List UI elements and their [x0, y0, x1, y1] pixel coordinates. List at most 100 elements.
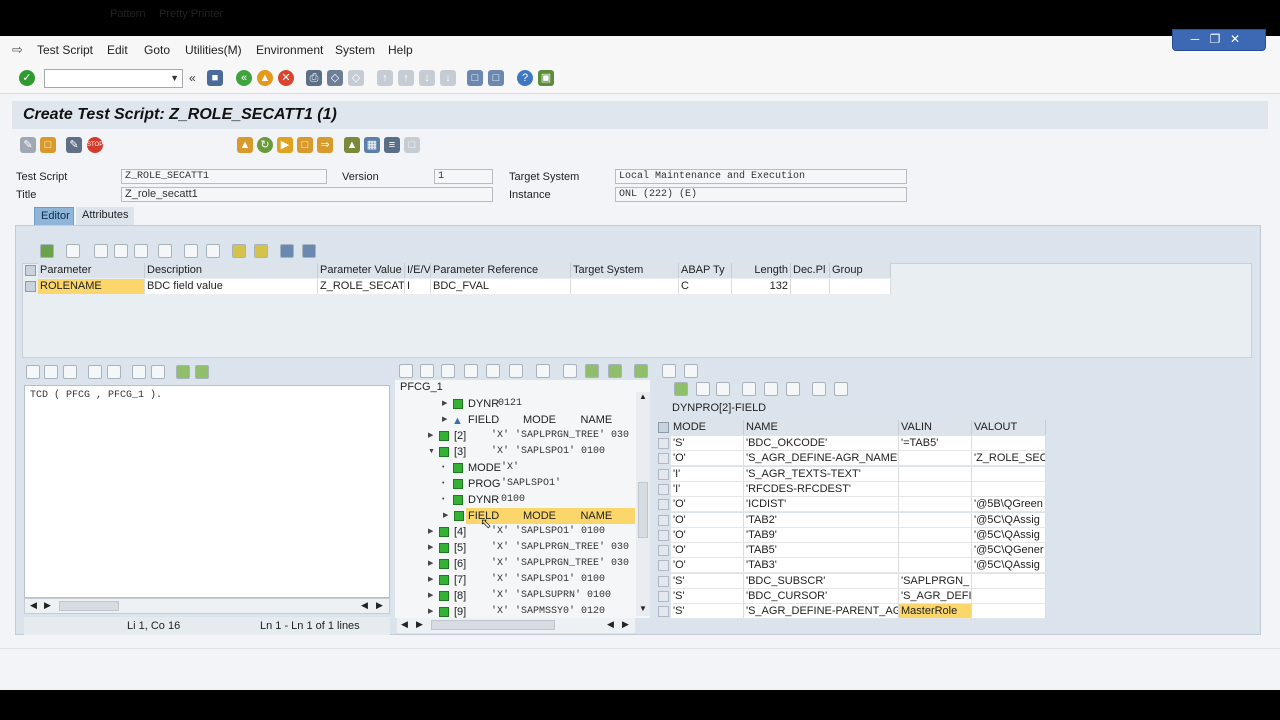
grid-delete-icon[interactable] [716, 382, 730, 396]
name-cell[interactable]: 'TAB2' [744, 512, 899, 528]
valin-cell[interactable]: MasterRole [899, 604, 972, 620]
display-change-icon[interactable]: ✎ [20, 137, 36, 153]
tree-scroll-thumb[interactable] [638, 482, 648, 538]
tree-h-thumb[interactable] [431, 620, 555, 630]
tree-import-icon[interactable] [585, 364, 599, 378]
tree-scroll-left-end-icon[interactable]: ◀ [607, 619, 614, 630]
scroll-left-icon[interactable]: ◀ [30, 600, 37, 611]
other-object-icon[interactable]: □ [40, 137, 56, 153]
valin-cell[interactable] [899, 451, 972, 467]
mode-cell[interactable]: 'O' [671, 558, 744, 574]
copy-row-icon[interactable] [158, 244, 172, 258]
tree-row[interactable]: • DYNR 0100 [395, 492, 635, 508]
close-icon[interactable]: ✕ [1227, 32, 1243, 46]
move-right-icon[interactable] [509, 364, 523, 378]
menu-goto[interactable]: Goto [144, 43, 170, 57]
script-editor[interactable]: TCD ( PFCG , PFCG_1 ). [24, 385, 390, 598]
tree-export-icon[interactable] [608, 364, 622, 378]
exit-icon[interactable]: ▲ [257, 70, 273, 86]
valout-cell[interactable]: '@5C\QAssig [972, 512, 1046, 528]
tree-h-scrollbar[interactable]: ◀ ▶ ◀ ▶ [397, 618, 635, 633]
valout-cell[interactable] [972, 466, 1046, 482]
valout-cell[interactable]: '@5B\QGreen [972, 497, 1046, 513]
target-system-field[interactable]: Local Maintenance and Execution [615, 169, 907, 184]
col-parameter[interactable]: Parameter [38, 263, 145, 278]
tree-scroll-left-icon[interactable]: ◀ [401, 619, 408, 630]
tree-scroll-right-icon[interactable]: ▶ [416, 619, 423, 630]
valout-cell[interactable]: 'Z_ROLE_SEC [972, 451, 1046, 467]
grid-details-icon[interactable] [812, 382, 826, 396]
scroll-down-icon[interactable]: ▼ [639, 604, 647, 613]
name-cell[interactable]: 'TAB3' [744, 558, 899, 574]
mode-cell[interactable]: 'S' [671, 604, 744, 620]
tree-scroll-right-end-icon[interactable]: ▶ [622, 619, 629, 630]
grid-row-selector[interactable] [658, 560, 669, 572]
param-group-cell[interactable] [830, 279, 891, 294]
navigate-icon[interactable]: ⇒ [317, 137, 333, 153]
paste-icon[interactable] [63, 365, 77, 379]
valout-cell[interactable] [972, 589, 1046, 604]
menu-edit[interactable]: Edit [107, 43, 128, 57]
tree-row[interactable]: ▼ [3] 'X' 'SAPLSPO1' 0100 [395, 444, 635, 460]
sort-desc-icon[interactable] [254, 244, 268, 258]
save-icon[interactable]: ■ [207, 70, 223, 86]
tree-settings-icon[interactable] [634, 364, 648, 378]
mode-cell[interactable]: 'S' [671, 573, 744, 589]
tree-row[interactable]: ▶ [7] 'X' 'SAPLSPO1' 0100 [395, 572, 635, 588]
tree-row[interactable]: ▶ [2] 'X' 'SAPLPRGN_TREE' 030 [395, 428, 635, 444]
help-icon[interactable]: ? [517, 70, 533, 86]
mode-cell[interactable]: 'I' [671, 466, 744, 482]
grid-row-selector[interactable] [658, 453, 669, 465]
double-chevron-left-icon[interactable]: « [189, 71, 196, 85]
grid-insert-icon[interactable] [674, 382, 688, 396]
grid-row-selector[interactable] [658, 606, 669, 618]
param-value-cell[interactable]: Z_ROLE_SECAT [318, 279, 405, 294]
param-length-cell[interactable]: 132 [732, 279, 791, 294]
insert-line-icon[interactable] [134, 244, 148, 258]
pretty-printer-button[interactable]: Pretty Printer [159, 8, 223, 20]
name-cell[interactable]: 'S_AGR_DEFINE-PARENT_AGR' [744, 604, 899, 620]
scroll-thumb[interactable] [59, 601, 119, 611]
find-icon[interactable]: ◇ [327, 70, 343, 86]
col-parameter-reference[interactable]: Parameter Reference [431, 263, 571, 278]
editor-h-scrollbar[interactable]: ◀ ▶ ◀ ▶ [24, 598, 390, 614]
filter-icon[interactable] [302, 244, 316, 258]
delete-row-icon[interactable] [206, 244, 220, 258]
name-cell[interactable]: 'TAB5' [744, 543, 899, 559]
valout-cell[interactable]: '@5C\QAssig [972, 527, 1046, 543]
col-name[interactable]: NAME [744, 420, 899, 435]
tab-editor[interactable]: Editor [34, 207, 74, 225]
test-script-field[interactable]: Z_ROLE_SECATT1 [121, 169, 327, 184]
customize-layout-icon[interactable]: ▣ [538, 70, 554, 86]
cancel-icon[interactable]: ✕ [278, 70, 294, 86]
mode-cell[interactable]: 'O' [671, 543, 744, 559]
instance-field[interactable]: ONL (222) (E) [615, 187, 907, 202]
tree-close-icon[interactable] [684, 364, 698, 378]
tree-collapse-icon[interactable] [420, 364, 434, 378]
scroll-up-icon[interactable]: ▲ [639, 392, 647, 401]
columns-icon[interactable] [184, 244, 198, 258]
tree-row[interactable]: ▶ [4] 'X' 'SAPLSPO1' 0100 [395, 524, 635, 540]
grid-paste-icon[interactable] [786, 382, 800, 396]
grid-row-selector[interactable] [658, 575, 669, 587]
tree-row[interactable]: ▶ ▲ FIELD MODE NAME [395, 412, 635, 428]
refresh-icon[interactable] [66, 244, 80, 258]
grid-cut-icon[interactable] [742, 382, 756, 396]
col-iev[interactable]: I/E/V [405, 263, 431, 278]
download-icon[interactable] [195, 365, 209, 379]
valin-cell[interactable] [899, 497, 972, 513]
mode-cell[interactable]: 'S' [671, 436, 744, 451]
tree-find-icon[interactable] [563, 364, 577, 378]
new-session-icon[interactable]: □ [467, 70, 483, 86]
tree-row[interactable]: ▶ [5] 'X' 'SAPLPRGN_TREE' 030 [395, 540, 635, 556]
param-reference-cell[interactable]: BDC_FVAL [431, 279, 571, 294]
param-abap-type-cell[interactable]: C [679, 279, 732, 294]
valout-cell[interactable]: '@5C\QGener [972, 543, 1046, 559]
tree-expand-icon[interactable] [399, 364, 413, 378]
find-param-icon[interactable] [280, 244, 294, 258]
grid-row-selector[interactable] [658, 438, 669, 449]
tree-refresh-icon[interactable] [536, 364, 550, 378]
execute-icon[interactable]: ▶ [277, 137, 293, 153]
grid-row-selector[interactable] [658, 529, 669, 541]
scroll-right-icon[interactable]: ▶ [44, 600, 51, 611]
